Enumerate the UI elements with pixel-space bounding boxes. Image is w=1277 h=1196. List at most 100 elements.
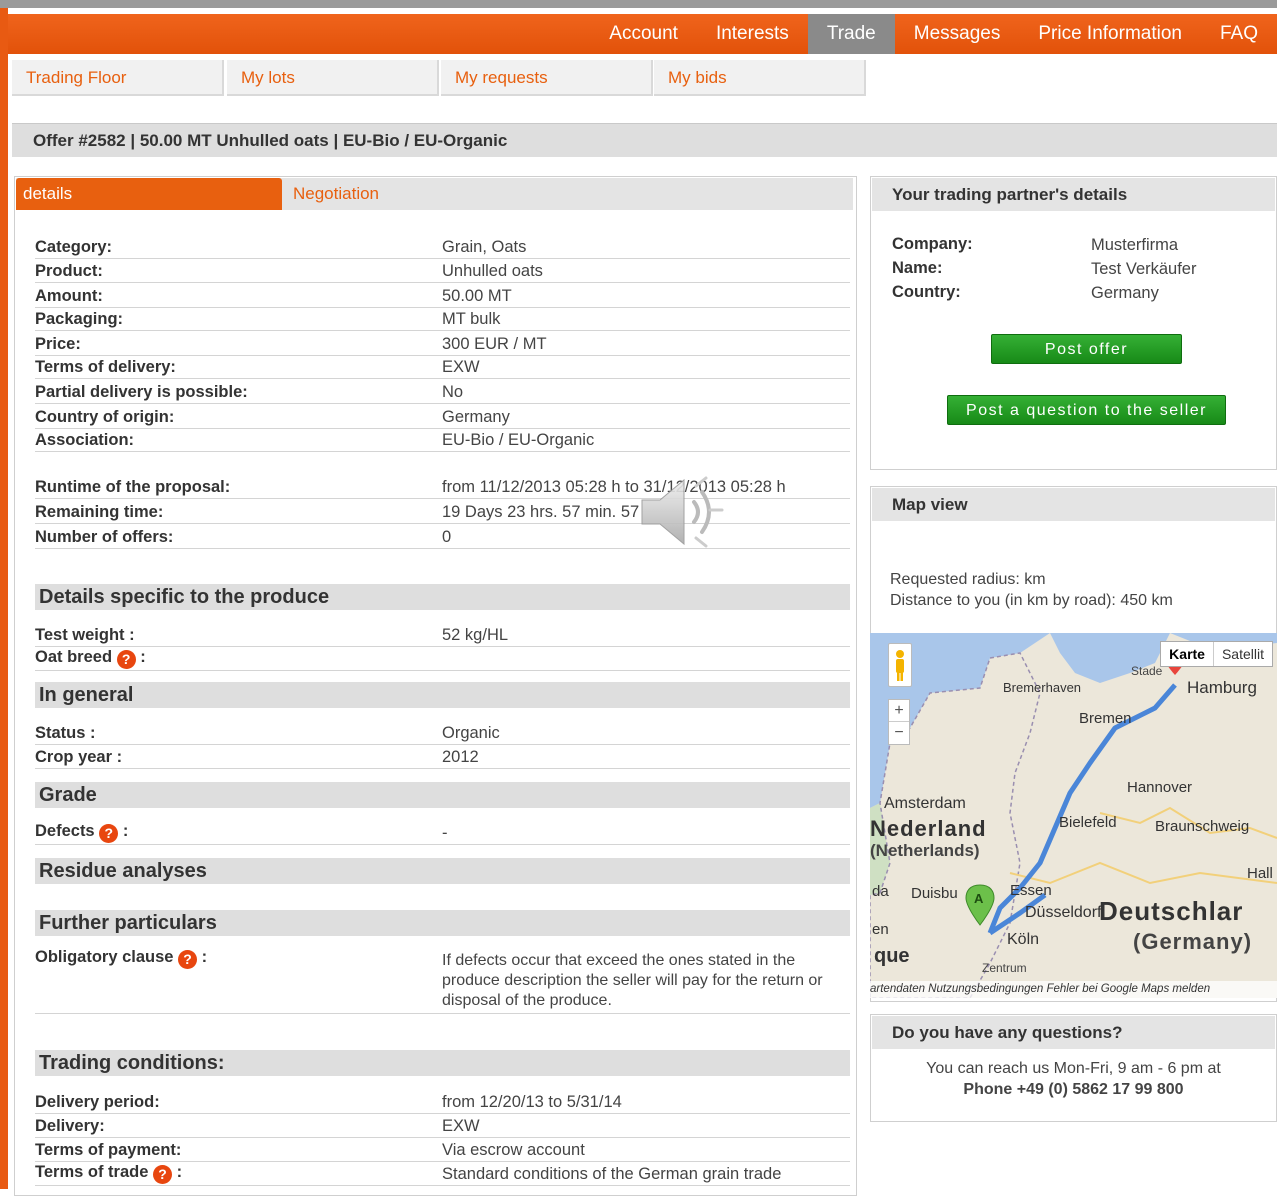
section-produce: Details specific to the produce (35, 584, 850, 610)
tab-details[interactable]: details (16, 178, 282, 210)
row-label: Runtime of the proposal: (35, 478, 231, 496)
row-label: Terms of delivery: (35, 358, 176, 376)
map-type-karte[interactable]: Karte (1161, 642, 1214, 666)
detail-row: Price: 300 EUR / MT (35, 331, 850, 356)
row-label: Remaining time: (35, 503, 164, 521)
post-question-button[interactable]: Post a question to the seller (947, 395, 1226, 425)
map-label-hamburg: Hamburg (1187, 678, 1257, 697)
detail-row: Category: Grain, Oats (35, 234, 850, 259)
tab-negotiation[interactable]: Negotiation (293, 178, 379, 210)
row-value: from 12/20/13 to 5/31/14 (442, 1093, 622, 1111)
map-title: Map view (872, 488, 1275, 521)
map-label-netherlands: (Netherlands) (870, 841, 980, 860)
row-label: Country of origin: (35, 408, 175, 426)
questions-phone[interactable]: Phone +49 (0) 5862 17 99 800 (871, 1081, 1276, 1099)
trading-row: Terms of trade ? : Standard conditions of… (35, 1161, 850, 1186)
name-label: Name: (892, 259, 943, 277)
map-label-braunschweig: Braunschweig (1155, 818, 1250, 835)
row-label: Delivery: (35, 1117, 105, 1135)
produce-row: Oat breed ? : (35, 646, 850, 671)
row-value: Grain, Oats (442, 238, 527, 256)
help-icon[interactable]: ? (178, 950, 198, 969)
help-icon[interactable]: ? (99, 824, 119, 843)
row-value: EXW (442, 358, 480, 376)
general-row: Status : Organic (35, 720, 850, 745)
detail-row: Amount: 50.00 MT (35, 283, 850, 308)
general-row: Crop year : 2012 (35, 744, 850, 769)
row-value: - (442, 824, 448, 842)
row-label: Terms of trade ? : (35, 1163, 182, 1184)
marker-a-label: A (974, 891, 984, 906)
row-value: from 11/12/2013 05:28 h to 31/12/2013 05… (442, 478, 786, 496)
runtime-row: Remaining time: 19 Days 23 hrs. 57 min. 5… (35, 499, 850, 524)
row-label: Defects ? : (35, 822, 128, 843)
obligatory-clause-label: Obligatory clause ? : (35, 948, 207, 969)
trading-row: Delivery period: from 12/20/13 to 5/31/14 (35, 1089, 850, 1114)
nav-price-information[interactable]: Price Information (1019, 14, 1201, 54)
nav-account[interactable]: Account (590, 14, 697, 54)
nav-trade[interactable]: Trade (807, 14, 895, 54)
row-value: No (442, 383, 464, 401)
company-label: Company: (892, 235, 973, 253)
offer-details-panel: details Negotiation Category: Grain, Oats… (14, 176, 857, 1196)
trading-row: Terms of payment: Via escrow account (35, 1137, 850, 1162)
section-trading: Trading conditions: (35, 1050, 850, 1076)
row-value: Germany (442, 408, 510, 426)
map-label-nederland: Nederland (870, 816, 987, 841)
help-icon[interactable]: ? (152, 1165, 172, 1184)
map-label-essen: Essen (1010, 882, 1052, 899)
map-label-que: que (874, 945, 910, 967)
detail-row: Packaging: MT bulk (35, 306, 850, 331)
section-general: In general (35, 682, 850, 708)
section-further: Further particulars (35, 910, 850, 936)
divider (35, 1013, 850, 1014)
requested-radius: Requested radius: km (890, 571, 1046, 588)
nav-faq[interactable]: FAQ (1201, 14, 1277, 54)
row-label: Status : (35, 724, 96, 742)
nav-messages[interactable]: Messages (895, 14, 1020, 54)
row-value: EXW (442, 1117, 480, 1135)
row-label: Category: (35, 238, 113, 256)
row-value: Unhulled oats (442, 262, 543, 280)
row-label: Crop year : (35, 748, 123, 766)
questions-hours: You can reach us Mon-Fri, 9 am - 6 pm at (926, 1060, 1221, 1077)
row-value: MT bulk (442, 310, 501, 328)
runtime-row: Runtime of the proposal: from 11/12/2013 … (35, 474, 850, 499)
zoom-in-button[interactable]: + (889, 700, 909, 722)
section-residue: Residue analyses (35, 858, 850, 884)
map-label-germany: (Germany) (1133, 929, 1253, 954)
speaker-icon[interactable] (640, 474, 724, 550)
map-label-bielefeld: Bielefeld (1059, 814, 1117, 831)
name-value: Test Verkäufer (1091, 260, 1197, 278)
map-label-en: en (872, 921, 889, 938)
subtab-my-bids[interactable]: My bids (654, 60, 866, 96)
nav-interests[interactable]: Interests (697, 14, 808, 54)
subtab-trading-floor[interactable]: Trading Floor (12, 60, 224, 96)
map-label-duisburg: Duisbu (911, 885, 958, 902)
row-value: Standard conditions of the German grain … (442, 1165, 782, 1183)
map-type-satellit[interactable]: Satellit (1214, 642, 1272, 666)
map-label-koeln: Köln (1007, 931, 1040, 948)
row-label: Terms of payment: (35, 1141, 182, 1159)
subtab-my-requests[interactable]: My requests (441, 60, 653, 96)
google-map[interactable]: A Hamburg Stade Bremerhaven Bremen Hanno… (870, 633, 1277, 998)
subtab-my-lots[interactable]: My lots (227, 60, 439, 96)
label-text: Obligatory clause (35, 948, 174, 966)
map-label-duesseldorf: Düsseldorf (1025, 904, 1102, 921)
detail-row: Partial delivery is possible: No (35, 379, 850, 404)
zoom-control: + − (888, 699, 910, 745)
pegman-icon[interactable] (888, 643, 912, 687)
company-value: Musterfirma (1091, 236, 1179, 254)
row-value: 300 EUR / MT (442, 335, 547, 353)
post-offer-button[interactable]: Post offer (991, 334, 1182, 364)
row-label: Number of offers: (35, 528, 174, 546)
map-label-amsterdam: Amsterdam (884, 795, 966, 812)
detail-row: Terms of delivery: EXW (35, 354, 850, 379)
map-footer[interactable]: artendaten Nutzungsbedingungen Fehler be… (870, 981, 1277, 998)
help-icon[interactable]: ? (116, 650, 136, 669)
row-value: 19 Days 23 hrs. 57 min. 57 (442, 503, 640, 521)
row-label: Partial delivery is possible: (35, 383, 248, 401)
questions-title: Do you have any questions? (872, 1016, 1275, 1049)
zoom-out-button[interactable]: − (889, 722, 909, 743)
detail-row: Association: EU-Bio / EU-Organic (35, 427, 850, 452)
